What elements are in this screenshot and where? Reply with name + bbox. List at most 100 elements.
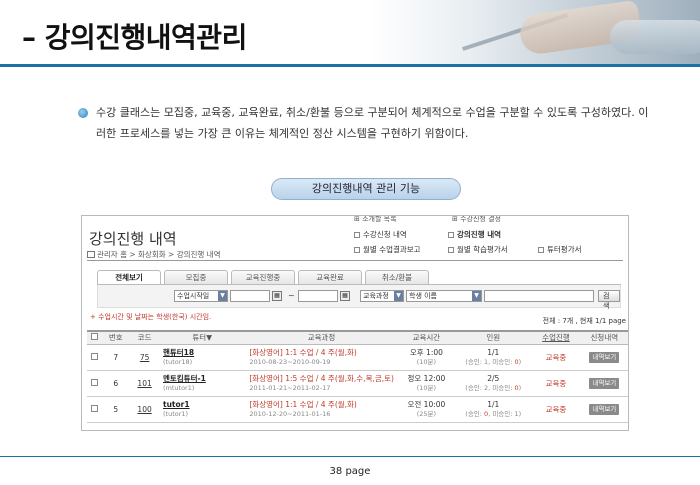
slide-title: – 강의진행내역관리 <box>22 21 247 54</box>
breadcrumb: 관리자 홈 > 화상회화 > 강의진행 내역 <box>87 249 220 260</box>
row-no: 7 <box>101 344 131 371</box>
row-time-value: 오후 1:00 <box>409 347 443 357</box>
header-photo <box>370 0 700 64</box>
page-title: 강의진행 내역 <box>89 230 177 248</box>
row-people: 1/1 (승인: 1, 미승인: 0) <box>455 344 532 371</box>
row-select-cell <box>87 370 102 397</box>
select-all-checkbox[interactable] <box>90 333 98 341</box>
tab-cancel-refund[interactable]: 취소/환불 <box>365 270 429 284</box>
bullet-icon <box>78 108 88 118</box>
row-time: 정오 12:00 (10분) <box>397 370 456 397</box>
row-code-link[interactable]: 100 <box>137 405 151 414</box>
col-status[interactable]: 수업진행 <box>531 330 581 345</box>
row-people-detail: (승인: 2, 미승인: 0) <box>465 383 522 392</box>
row-action-cell: 내역보기 <box>580 396 628 423</box>
square-plus-icon <box>354 232 360 238</box>
square-plus-icon <box>538 247 544 253</box>
view-detail-button[interactable]: 내역보기 <box>589 403 620 415</box>
row-course: [화상영어] 1:1 수업 / 4 주(월,화) 2010-08-23~2010-… <box>245 344 398 371</box>
menu-item-monthly-report[interactable]: 월별 수업결과보고 <box>354 244 421 255</box>
row-course: [화상영어] 1:1 수업 / 4 주(월,화) 2010-12-20~2011-… <box>245 396 398 423</box>
row-people-detail: (승인: 0, 미승인: 1) <box>465 409 522 418</box>
row-code-link[interactable]: 75 <box>140 353 150 362</box>
category-select[interactable]: 교육과정 ▼ <box>360 290 404 302</box>
col-course: 교육과정 <box>245 330 398 345</box>
row-checkbox[interactable] <box>90 404 98 412</box>
row-time: 오전 10:00 (25분) <box>397 396 456 423</box>
row-course-name: [화상영어] 1:5 수업 / 4 주(월,화,수,목,금,토) <box>249 373 394 383</box>
row-tutor-link[interactable]: 멘토킴튜터-1 <box>163 374 206 383</box>
calendar-icon-2[interactable]: ▦ <box>340 291 350 301</box>
search-field-select[interactable]: 학생 이름 ▼ <box>406 290 482 302</box>
row-time-value: 정오 12:00 <box>407 373 446 383</box>
date-type-select[interactable]: 수업시작일 ▼ <box>174 290 228 302</box>
select-all-cell <box>87 330 102 345</box>
row-course-period: 2011-01-21~2011-02-17 <box>249 383 331 392</box>
search-bar: 수업시작일 ▼ ▦ ~ ▦ 교육과정 ▼ 학생 이름 ▼ 검색 <box>97 285 621 310</box>
tab-completed[interactable]: 교육완료 <box>298 270 362 284</box>
keyword-input[interactable] <box>484 290 594 302</box>
row-no: 5 <box>101 396 131 423</box>
app-screenshot: ⊞ 소개할 목록 ⊞ 수강신청 결정 수강신청 내역 강의진행 내역 월별 수업… <box>81 215 629 431</box>
tab-in-progress[interactable]: 교육진행중 <box>231 270 295 284</box>
row-action-cell: 내역보기 <box>580 370 628 397</box>
menu-item-tutor-evaluation[interactable]: 튜터평가서 <box>538 244 582 255</box>
lecture-table: 번호 코드 튜터▼ 교육과정 교육시간 인원 수업진행 신청내역 7 75 핸튜… <box>87 330 628 423</box>
header-divider <box>0 64 700 67</box>
row-status-badge: 교육중 <box>545 378 567 388</box>
row-people-count: 1/1 <box>487 399 500 409</box>
row-tutor-link[interactable]: 핸튜터18 <box>163 348 194 357</box>
square-plus-icon <box>354 247 360 253</box>
row-tutor-id: (tutor18) <box>162 357 193 366</box>
slide-description: 수강 클래스는 모집중, 교육중, 교육완료, 취소/환불 등으로 구분되어 체… <box>96 106 649 140</box>
row-status: 교육중 <box>531 344 581 371</box>
table-row: 7 75 핸튜터18 (tutor18) [화상영어] 1:1 수업 / 4 주(… <box>87 344 628 371</box>
row-course-name: [화상영어] 1:1 수업 / 4 주(월,화) <box>249 399 357 409</box>
hand-image-2 <box>610 20 700 54</box>
row-course-period: 2010-12-20~2011-01-16 <box>249 409 331 418</box>
search-button[interactable]: 검색 <box>598 290 620 310</box>
row-people: 1/1 (승인: 0, 미승인: 1) <box>455 396 532 423</box>
view-detail-button[interactable]: 내역보기 <box>589 377 620 389</box>
chevron-down-icon: ▼ <box>218 291 227 301</box>
status-tabs: 전체보기 모집중 교육진행중 교육완료 취소/환불 <box>97 270 432 284</box>
view-detail-button[interactable]: 내역보기 <box>589 351 620 363</box>
row-action-cell: 내역보기 <box>580 344 628 371</box>
table-row: 5 100 tutor1 (tutor1) [화상영어] 1:1 수업 / 4 주… <box>87 396 628 423</box>
row-code: 75 <box>130 344 159 371</box>
square-plus-icon <box>448 247 454 253</box>
row-status-badge: 교육중 <box>545 352 567 362</box>
menu-item-lecture-history[interactable]: 강의진행 내역 <box>448 229 501 240</box>
col-tutor-sort[interactable]: 튜터▼ <box>158 330 246 345</box>
row-people-detail: (승인: 1, 미승인: 0) <box>465 357 522 366</box>
tab-recruiting[interactable]: 모집중 <box>164 270 228 284</box>
timezone-note: + 수업시간 및 날짜는 학생(한국) 시간임. <box>90 313 212 321</box>
row-duration: (10분) <box>416 383 437 392</box>
calendar-icon[interactable]: ▦ <box>272 291 282 301</box>
row-time-value: 오전 10:00 <box>407 399 446 409</box>
menu-item-enroll-history[interactable]: 수강신청 내역 <box>354 229 407 240</box>
row-tutor-id: (mtutor1) <box>162 383 195 392</box>
col-time: 교육시간 <box>397 330 456 345</box>
tab-all[interactable]: 전체보기 <box>97 270 161 284</box>
chevron-down-icon: ▼ <box>472 291 481 301</box>
date-to-input[interactable] <box>298 290 338 302</box>
menu-item-monthly-evaluation[interactable]: 월별 학습평가서 <box>448 244 508 255</box>
row-tutor-id: (tutor1) <box>162 409 189 418</box>
slide-header: – 강의진행내역관리 <box>0 0 700 68</box>
row-code-link[interactable]: 101 <box>137 379 151 388</box>
chevron-down-icon: ▼ <box>394 291 403 301</box>
row-people-count: 2/5 <box>487 373 500 383</box>
title-divider <box>87 260 623 261</box>
row-select-cell <box>87 344 102 371</box>
date-from-input[interactable] <box>230 290 270 302</box>
row-checkbox[interactable] <box>90 352 98 360</box>
row-checkbox[interactable] <box>90 378 98 386</box>
row-tutor: tutor1 (tutor1) <box>158 396 246 423</box>
footer-divider <box>0 456 700 457</box>
row-status-badge: 교육중 <box>545 404 567 414</box>
row-duration: (25분) <box>416 409 437 418</box>
col-detail: 신청내역 <box>580 330 628 345</box>
row-tutor-link[interactable]: tutor1 <box>163 400 190 409</box>
row-course: [화상영어] 1:5 수업 / 4 주(월,화,수,목,금,토) 2011-01-… <box>245 370 398 397</box>
